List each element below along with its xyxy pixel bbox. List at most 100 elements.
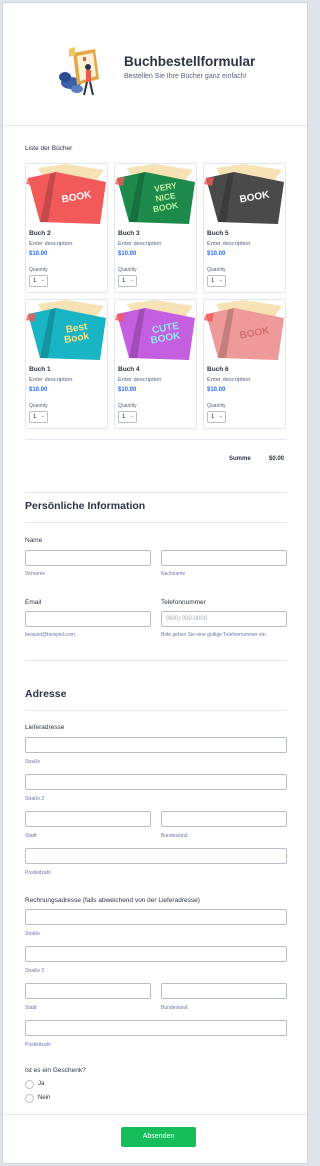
street2-sublabel: Straße 2 [25,796,45,802]
product-description: Enter description [118,377,162,383]
email-input[interactable] [25,611,151,627]
product-price: $10.00 [118,251,137,257]
quantity-value: 1 [122,414,126,420]
state-sublabel: Bundesland [161,1005,188,1011]
product-card[interactable]: BOOK Buch 2 Enter description $10.00 Quanti… [25,163,108,293]
quantity-select[interactable]: 1 ⌄ [207,275,226,287]
quantity-select[interactable]: 1 ⌄ [118,411,137,423]
quantity-value: 1 [211,414,215,420]
first-name-sublabel: Vorname [25,571,46,577]
first-name-input[interactable] [25,550,151,566]
book-cover-image: BOOK [204,300,285,361]
divider [25,439,287,440]
shipping-street2-input[interactable] [25,774,287,790]
phone-label: Telefonnummer [161,599,206,606]
shipping-city-input[interactable] [25,811,151,827]
quantity-label: Quantity [207,267,226,273]
chevron-down-icon: ⌄ [129,413,134,419]
quantity-select[interactable]: 1 ⌄ [118,275,137,287]
email-sublabel: beispiel@beispiel.com [25,632,75,638]
book-cover-image: CUTE BOOK [115,300,196,361]
shipping-state-input[interactable] [161,811,287,827]
product-name: Buch 4 [118,366,140,373]
product-price: $10.00 [29,387,48,393]
product-name: Buch 6 [207,366,229,373]
name-label: Name [25,537,43,544]
product-card[interactable]: Best Book Buch 1 Enter description $10.00 Qu… [25,299,108,429]
street-sublabel: Straße [25,931,41,937]
product-card[interactable]: BOOK Buch 6 Enter description $10.00 Quanti… [203,299,286,429]
street2-sublabel: Straße 2 [25,968,45,974]
book-cover-image: BOOK [204,164,285,225]
last-name-input[interactable] [161,550,287,566]
quantity-select[interactable]: 1 ⌄ [29,411,48,423]
quantity-label: Quantity [207,403,226,409]
chevron-down-icon: ⌄ [129,277,134,283]
phone-sublabel: Bitte geben Sie eine gültige Telefonnumm… [161,632,268,638]
product-card[interactable]: BOOK Buch 5 Enter description $10.00 Quanti… [203,163,286,293]
gift-label: Ist es ein Geschenk? [25,1067,86,1074]
quantity-label: Quantity [118,403,137,409]
personal-section-title: Persönliche Information [25,500,146,512]
product-description: Enter description [29,377,73,383]
product-name: Buch 3 [118,230,140,237]
product-description: Enter description [29,241,73,247]
quantity-select[interactable]: 1 ⌄ [207,411,226,423]
phone-input[interactable]: (000) 000-0000 [161,611,287,627]
shipping-street-input[interactable] [25,737,287,753]
form-container: Buchbestellformular Bestellen Sie Ihre B… [2,2,308,1164]
reading-person-illustration [59,47,99,96]
quantity-select[interactable]: 1 ⌄ [29,275,48,287]
book-cover-image: Best Book [26,300,107,361]
address-section-title: Adresse [25,688,67,700]
gift-no-radio[interactable] [25,1094,34,1103]
total-value: $0.00 [269,456,285,462]
email-label: Email [25,599,42,606]
chevron-down-icon: ⌄ [40,277,45,283]
zip-sublabel: Postleitzahl [25,870,51,876]
street-sublabel: Straße [25,759,41,765]
billing-label: Rechnungsadresse (falls abweichend von d… [25,897,200,904]
state-sublabel: Bundesland [161,833,188,839]
chevron-down-icon: ⌄ [218,413,223,419]
book-cover-image: BOOK [26,164,107,225]
billing-zip-input[interactable] [25,1020,287,1036]
total-label: Summe [229,456,251,462]
quantity-label: Quantity [29,267,48,273]
quantity-value: 1 [33,278,37,284]
chevron-down-icon: ⌄ [218,277,223,283]
quantity-label: Quantity [29,403,48,409]
gift-yes-label: Ja [38,1081,45,1087]
product-price: $10.00 [29,251,48,257]
product-name: Buch 2 [29,230,51,237]
city-sublabel: Stadt [25,833,37,839]
product-card[interactable]: VERY NICE BOOK Buch 3 Enter description $10.… [114,163,197,293]
divider [25,492,287,493]
billing-city-input[interactable] [25,983,151,999]
product-card[interactable]: CUTE BOOK Buch 4 Enter description $10.00 Qu… [114,299,197,429]
shipping-label: Lieferadresse [25,724,65,731]
billing-street2-input[interactable] [25,946,287,962]
gift-yes-radio[interactable] [25,1080,34,1089]
book-cover-image: VERY NICE BOOK [115,164,196,225]
billing-state-input[interactable] [161,983,287,999]
product-description: Enter description [207,377,251,383]
product-price: $10.00 [207,251,226,257]
products-label: Liste der Bücher [25,145,73,152]
chevron-down-icon: ⌄ [40,413,45,419]
submit-button[interactable]: Absenden [121,1127,196,1147]
product-price: $10.00 [207,387,226,393]
divider [25,522,287,523]
footer-divider [3,1114,307,1115]
billing-street-input[interactable] [25,909,287,925]
city-sublabel: Stadt [25,1005,37,1011]
gift-no-label: Nein [38,1095,51,1101]
shipping-zip-input[interactable] [25,848,287,864]
quantity-value: 1 [33,414,37,420]
product-description: Enter description [207,241,251,247]
quantity-value: 1 [122,278,126,284]
form-title: Buchbestellformular [124,54,256,69]
quantity-label: Quantity [118,267,137,273]
last-name-sublabel: Nachname [161,571,186,577]
product-description: Enter description [118,241,162,247]
